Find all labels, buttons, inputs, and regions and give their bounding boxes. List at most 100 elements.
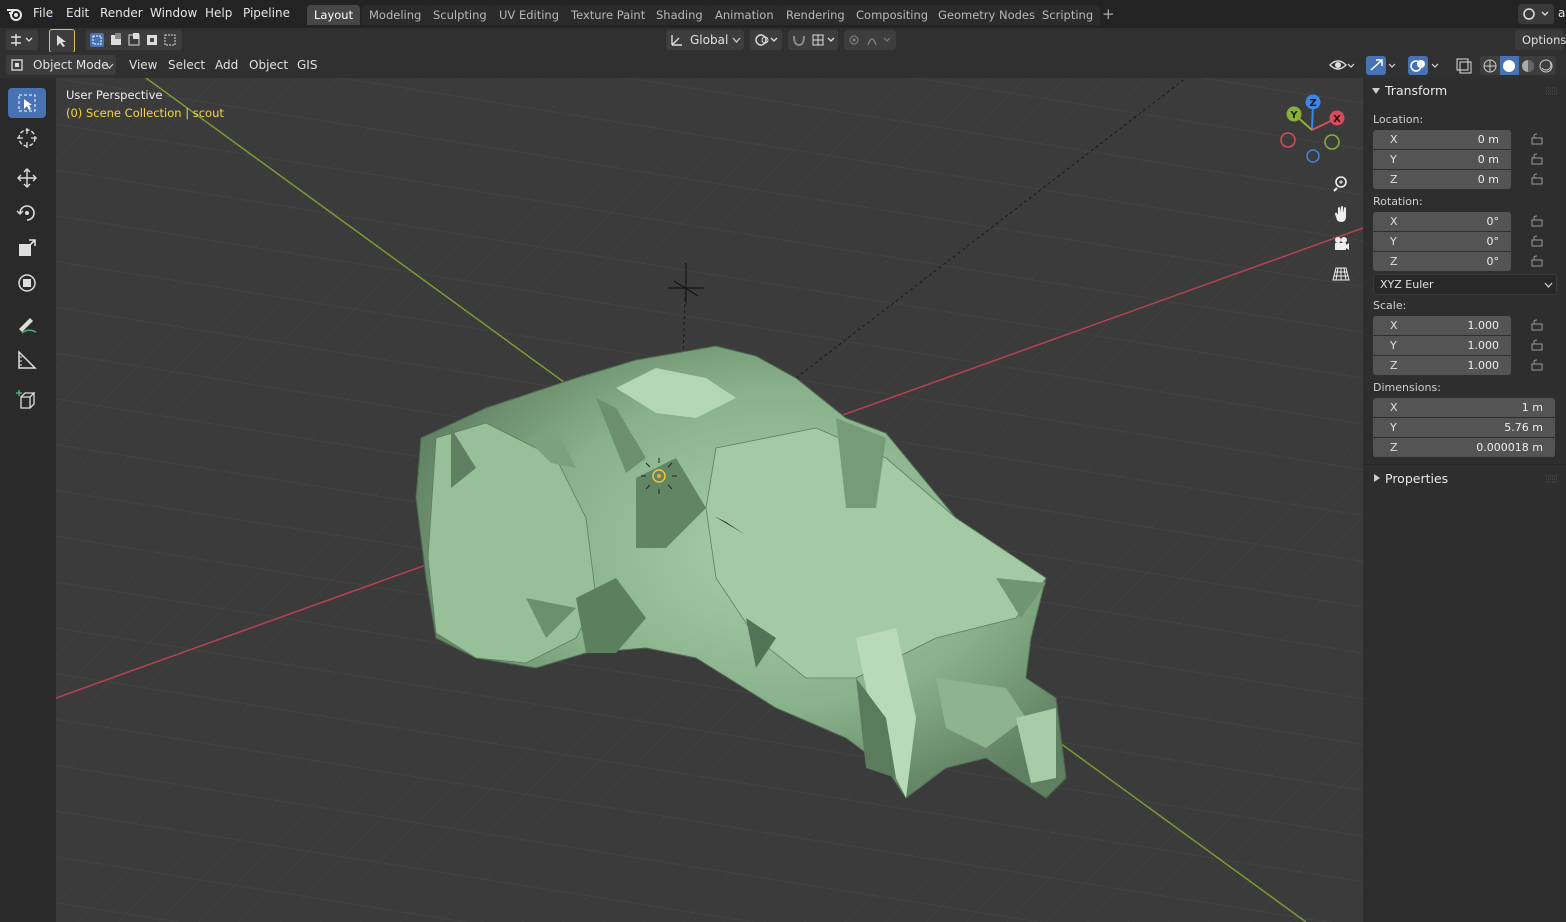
selection-mode-group: [86, 30, 182, 50]
rotate-tool[interactable]: [8, 198, 46, 228]
annotate-tool[interactable]: [8, 310, 46, 340]
select-box-tool[interactable]: [8, 88, 46, 118]
selection-mode-icons[interactable]: [89, 32, 181, 48]
snap-icon: [793, 34, 835, 47]
move-tool[interactable]: [8, 163, 46, 193]
tool-header: Global Options: [0, 28, 1566, 53]
tab-scripting[interactable]: Scripting: [1035, 5, 1101, 25]
ortho-toggle-button[interactable]: [1328, 261, 1354, 287]
location-y-field[interactable]: Y0 m: [1373, 150, 1511, 169]
location-label: Location:: [1373, 113, 1424, 126]
menu-file[interactable]: File: [33, 6, 53, 20]
add-cube-tool[interactable]: [8, 385, 46, 415]
scene-selector[interactable]: [1518, 4, 1554, 24]
drag-handle-icon[interactable]: [1546, 87, 1558, 95]
cursor-tool[interactable]: [8, 123, 46, 153]
lock-icon[interactable]: [1531, 359, 1543, 371]
location-z-field[interactable]: Z0 m: [1373, 170, 1511, 189]
menu-pipeline[interactable]: Pipeline: [243, 6, 290, 20]
svg-text:X: X: [1333, 114, 1341, 125]
scale-tool[interactable]: [8, 233, 46, 263]
snap-group[interactable]: [788, 30, 838, 50]
orientation-value: Global: [690, 33, 729, 47]
top-menu-bar: File Edit Render Window Help Pipeline La…: [0, 0, 1566, 28]
lock-icon[interactable]: [1531, 339, 1543, 351]
rotation-mode-dropdown[interactable]: XYZ Euler: [1373, 274, 1557, 295]
pivot-point-dropdown[interactable]: [750, 30, 782, 50]
tab-rendering[interactable]: Rendering: [779, 5, 852, 25]
rotation-label: Rotation:: [1373, 195, 1423, 208]
tab-uv-editing[interactable]: UV Editing: [492, 5, 566, 25]
lock-icon[interactable]: [1531, 215, 1543, 227]
pan-view-button[interactable]: [1328, 201, 1354, 227]
tab-modeling[interactable]: Modeling: [362, 5, 429, 25]
viewport-perspective-label: User Perspective: [66, 88, 163, 102]
proportional-icon: [849, 35, 891, 46]
menu-render[interactable]: Render: [100, 6, 143, 20]
tab-geometry-nodes[interactable]: Geometry Nodes: [931, 5, 1043, 25]
left-toolbar: [0, 78, 56, 922]
object-mode-dropdown[interactable]: Object Mode: [6, 55, 116, 75]
proportional-editing-group[interactable]: [844, 30, 896, 50]
viewport-shading-controls[interactable]: [1328, 56, 1560, 76]
chevron-down-icon: [105, 63, 114, 69]
location-x-field[interactable]: X0 m: [1373, 130, 1511, 149]
active-tool-select[interactable]: [49, 29, 75, 53]
3d-viewport[interactable]: User Perspective (0) Scene Collection | …: [56, 78, 1363, 922]
measure-tool[interactable]: [8, 345, 46, 375]
scale-x-field[interactable]: X 1.000: [1373, 316, 1511, 335]
viewport-collection-label: (0) Scene Collection | scout: [66, 106, 224, 120]
menu-window[interactable]: Window: [150, 6, 197, 20]
lock-icon[interactable]: [1531, 235, 1543, 247]
transform-icon: [18, 274, 36, 292]
scale-z-field[interactable]: Z 1.000: [1373, 356, 1511, 375]
lock-icon[interactable]: [1531, 133, 1543, 145]
tab-texture-paint[interactable]: Texture Paint: [564, 5, 653, 25]
dimensions-x-field[interactable]: X1 m: [1373, 398, 1555, 417]
tab-compositing[interactable]: Compositing: [849, 5, 936, 25]
navigation-gizmo[interactable]: Z X Y: [1274, 90, 1354, 170]
lock-icon[interactable]: [1531, 153, 1543, 165]
tab-shading[interactable]: Shading: [649, 5, 710, 25]
editor-type-button[interactable]: [6, 30, 38, 50]
gizmo-neg-y-icon: [1324, 134, 1340, 150]
menu-select[interactable]: Select: [168, 58, 205, 72]
menu-add[interactable]: Add: [215, 58, 238, 72]
dimensions-label: Dimensions:: [1373, 381, 1441, 394]
add-workspace-button[interactable]: +: [1102, 5, 1115, 23]
expand-triangle-icon[interactable]: [1372, 473, 1382, 483]
dimensions-z-field[interactable]: Z 0.000018 m: [1373, 438, 1555, 457]
add-cube-icon: [16, 390, 36, 409]
lock-icon[interactable]: [1531, 255, 1543, 267]
lock-icon[interactable]: [1531, 319, 1543, 331]
rotation-y-field[interactable]: Y 0°: [1373, 232, 1511, 251]
transform-panel-title[interactable]: Transform: [1385, 83, 1447, 98]
object-mode-label: Object Mode: [33, 58, 109, 72]
collapse-triangle-icon[interactable]: [1371, 86, 1381, 96]
menu-view[interactable]: View: [129, 58, 157, 72]
menu-edit[interactable]: Edit: [66, 6, 89, 20]
rotation-x-field[interactable]: X 0°: [1373, 212, 1511, 231]
menu-object[interactable]: Object: [249, 58, 288, 72]
dimensions-y-field[interactable]: Y 5.76 m: [1373, 418, 1555, 437]
camera-view-button[interactable]: [1328, 231, 1354, 257]
blender-logo-icon[interactable]: [6, 6, 24, 22]
scale-y-field[interactable]: Y 1.000: [1373, 336, 1511, 355]
annotate-pen-icon: [19, 318, 37, 334]
options-button[interactable]: Options: [1515, 30, 1566, 50]
object-mode-icon: [11, 59, 23, 71]
transform-tool[interactable]: [8, 268, 46, 298]
tab-sculpting[interactable]: Sculpting: [426, 5, 494, 25]
lock-icon[interactable]: [1531, 173, 1543, 185]
zoom-magnifier-icon: [1333, 176, 1347, 192]
rotation-z-field[interactable]: Z 0°: [1373, 252, 1511, 271]
scene-icon: [1523, 8, 1549, 20]
drag-handle-icon[interactable]: [1546, 475, 1558, 483]
tab-layout[interactable]: Layout: [307, 5, 361, 25]
tab-animation[interactable]: Animation: [708, 5, 781, 25]
transform-orientation-dropdown[interactable]: Global: [666, 30, 744, 50]
menu-gis[interactable]: GIS: [297, 58, 317, 72]
properties-panel-title[interactable]: Properties: [1385, 471, 1448, 486]
zoom-view-button[interactable]: [1328, 171, 1354, 197]
menu-help[interactable]: Help: [205, 6, 232, 20]
